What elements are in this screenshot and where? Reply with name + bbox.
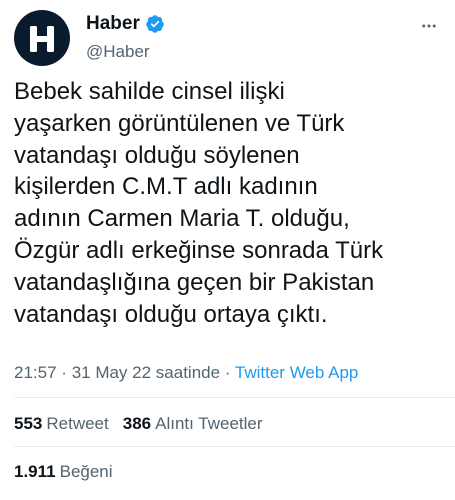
- likes-stat[interactable]: 1.911 Beğeni: [14, 462, 113, 481]
- author-display-name[interactable]: Haber: [86, 13, 140, 35]
- meta-separator: ·: [61, 363, 67, 382]
- likes-count: 1.911: [14, 462, 56, 481]
- quotes-stat[interactable]: 386 Alıntı Tweetler: [123, 414, 263, 433]
- author-block: Haber @Haber: [86, 12, 165, 62]
- tweet-time[interactable]: 21:57: [14, 363, 57, 382]
- tweet-detail: Haber @Haber Bebek sahilde cinsel ilişki…: [0, 0, 455, 500]
- retweets-stat[interactable]: 553 Retweet: [14, 414, 109, 433]
- retweets-label: Retweet: [46, 414, 109, 433]
- divider: [14, 446, 455, 447]
- author-name-row: Haber: [86, 12, 165, 36]
- author-handle[interactable]: @Haber: [86, 42, 165, 62]
- retweet-stats-row: 553 Retweet 386 Alıntı Tweetler: [14, 414, 277, 434]
- verified-badge-icon: [145, 14, 165, 34]
- tweet-source-link[interactable]: Twitter Web App: [235, 363, 358, 382]
- tweet-text: Bebek sahilde cinsel ilişki yaşarken gör…: [14, 78, 384, 328]
- haber-logo-icon: [30, 26, 54, 52]
- quotes-count: 386: [122, 414, 152, 433]
- retweets-count: 553: [14, 414, 43, 433]
- quotes-label: Alıntı Tweetler: [155, 414, 263, 433]
- likes-label: Beğeni: [59, 462, 113, 481]
- more-horizontal-icon[interactable]: [419, 16, 439, 36]
- tweet-meta: 21:57 · 31 May 22 saatinde · Twitter Web…: [14, 363, 358, 383]
- avatar[interactable]: [14, 10, 70, 66]
- likes-stats-row: 1.911 Beğeni: [14, 462, 127, 482]
- tweet-date[interactable]: 31 May 22 saatinde: [72, 363, 220, 382]
- meta-separator: ·: [224, 363, 231, 382]
- divider: [14, 397, 455, 398]
